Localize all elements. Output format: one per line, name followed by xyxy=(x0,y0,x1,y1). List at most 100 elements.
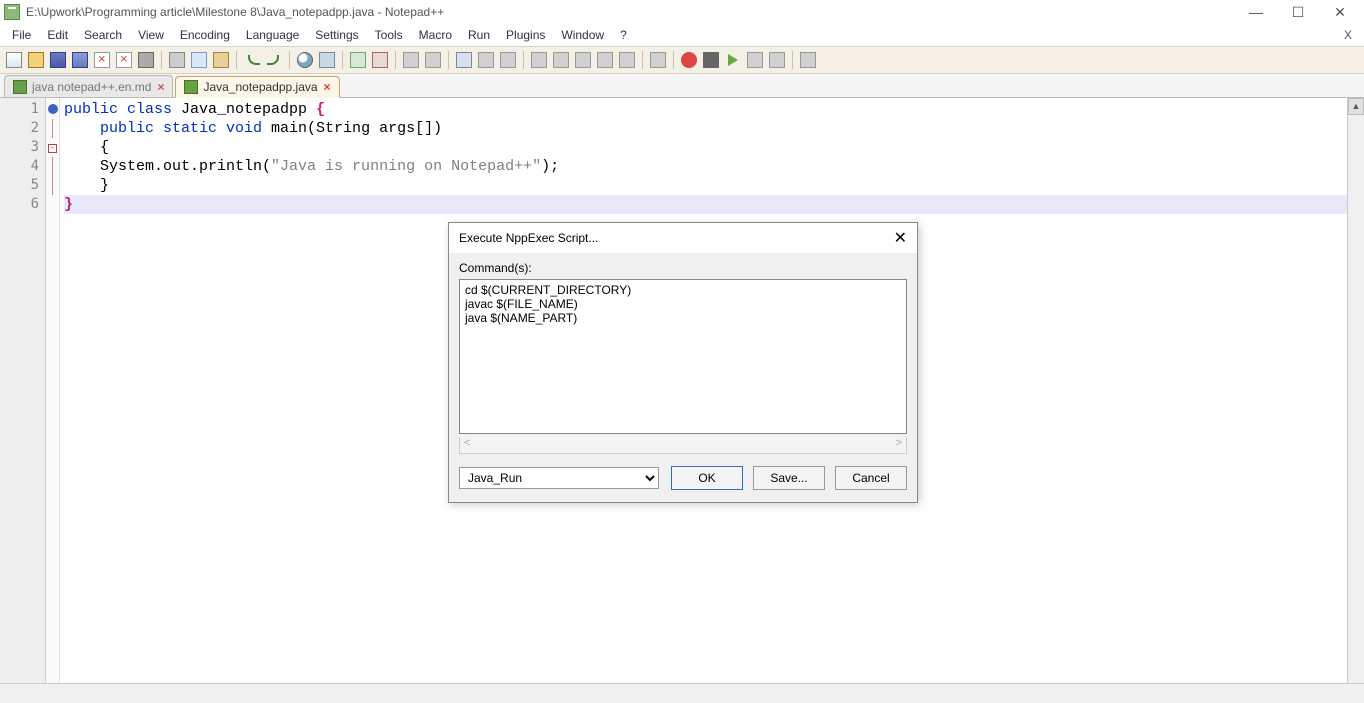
minimize-button[interactable]: — xyxy=(1244,4,1268,21)
code-token: } xyxy=(64,177,109,194)
doc-list-button[interactable] xyxy=(573,50,593,70)
save-all-icon xyxy=(72,52,88,68)
window-controls: — ☐ ✕ xyxy=(1244,4,1360,21)
undo-button[interactable] xyxy=(242,50,262,70)
dialog-close-button[interactable]: ✕ xyxy=(894,228,907,248)
copy-button[interactable] xyxy=(189,50,209,70)
close-all-icon xyxy=(116,52,132,68)
macro-save-button[interactable] xyxy=(767,50,787,70)
tab-close-icon[interactable]: × xyxy=(157,80,164,94)
tab-java-notepadpp-java[interactable]: Java_notepadpp.java × xyxy=(175,76,339,98)
cut-button[interactable] xyxy=(167,50,187,70)
code-token: public xyxy=(64,120,154,137)
menu-encoding[interactable]: Encoding xyxy=(172,25,238,45)
menu-close-doc[interactable]: X xyxy=(1336,25,1360,45)
close-file-button[interactable] xyxy=(92,50,112,70)
macro-stop-button[interactable] xyxy=(701,50,721,70)
toolbar-separator xyxy=(289,51,290,69)
dialog-buttons: OK Save... Cancel xyxy=(671,466,907,490)
title-bar: E:\Upwork\Programming article\Milestone … xyxy=(0,0,1364,24)
menu-language[interactable]: Language xyxy=(238,25,307,45)
zoom-out-button[interactable] xyxy=(370,50,390,70)
indent-guide-icon xyxy=(500,52,516,68)
maximize-button[interactable]: ☐ xyxy=(1286,4,1310,21)
redo-button[interactable] xyxy=(264,50,284,70)
macro-play-multi-button[interactable] xyxy=(745,50,765,70)
find-icon xyxy=(297,52,313,68)
menu-window[interactable]: Window xyxy=(553,25,612,45)
close-window-button[interactable]: ✕ xyxy=(1328,4,1352,21)
macro-record-button[interactable] xyxy=(679,50,699,70)
toolbar-separator xyxy=(792,51,793,69)
doc-list-icon xyxy=(575,52,591,68)
func-list-button[interactable] xyxy=(595,50,615,70)
code-token: { xyxy=(316,101,325,118)
cancel-button[interactable]: Cancel xyxy=(835,466,907,490)
dialog-body: Command(s): cd $(CURRENT_DIRECTORY) java… xyxy=(449,253,917,502)
close-all-button[interactable] xyxy=(114,50,134,70)
extra-button[interactable] xyxy=(798,50,818,70)
fold-line xyxy=(52,176,53,195)
sync-v-button[interactable] xyxy=(401,50,421,70)
menu-macro[interactable]: Macro xyxy=(411,25,460,45)
tab-close-icon[interactable]: × xyxy=(324,80,331,94)
print-button[interactable] xyxy=(136,50,156,70)
save-button[interactable] xyxy=(48,50,68,70)
monitor-button[interactable] xyxy=(648,50,668,70)
zoom-out-icon xyxy=(372,52,388,68)
zoom-in-button[interactable] xyxy=(348,50,368,70)
menu-plugins[interactable]: Plugins xyxy=(498,25,553,45)
nppexec-dialog: Execute NppExec Script... ✕ Command(s): … xyxy=(448,222,918,503)
breakpoint-icon[interactable] xyxy=(48,104,58,114)
fold-collapse-icon[interactable]: - xyxy=(48,144,57,153)
menu-tools[interactable]: Tools xyxy=(367,25,411,45)
ok-button[interactable]: OK xyxy=(671,466,743,490)
menu-file[interactable]: File xyxy=(4,25,39,45)
dialog-title: Execute NppExec Script... xyxy=(459,231,598,245)
tab-java-notepad-md[interactable]: java notepad++.en.md × xyxy=(4,75,173,97)
textarea-h-scrollbar[interactable] xyxy=(459,437,907,454)
menu-search[interactable]: Search xyxy=(76,25,130,45)
code-token: public xyxy=(64,101,118,118)
replace-button[interactable] xyxy=(317,50,337,70)
doc-map-button[interactable] xyxy=(551,50,571,70)
new-file-button[interactable] xyxy=(4,50,24,70)
script-name-select[interactable]: Java_Run xyxy=(459,467,659,489)
menu-view[interactable]: View xyxy=(130,25,172,45)
open-folder-icon xyxy=(28,52,44,68)
doc-map-icon xyxy=(553,52,569,68)
sync-h-button[interactable] xyxy=(423,50,443,70)
menu-run[interactable]: Run xyxy=(460,25,498,45)
open-file-button[interactable] xyxy=(26,50,46,70)
indent-guide-button[interactable] xyxy=(498,50,518,70)
paste-button[interactable] xyxy=(211,50,231,70)
find-button[interactable] xyxy=(295,50,315,70)
new-file-icon xyxy=(6,52,22,68)
code-token: } xyxy=(64,196,73,213)
zoom-in-icon xyxy=(350,52,366,68)
sync-h-icon xyxy=(425,52,441,68)
code-token: static xyxy=(154,120,217,137)
toolbar-separator xyxy=(236,51,237,69)
save-all-button[interactable] xyxy=(70,50,90,70)
word-wrap-button[interactable] xyxy=(454,50,474,70)
toolbar-separator xyxy=(642,51,643,69)
menu-edit[interactable]: Edit xyxy=(39,25,76,45)
word-wrap-icon xyxy=(456,52,472,68)
status-bar xyxy=(0,683,1364,703)
menu-settings[interactable]: Settings xyxy=(307,25,366,45)
vertical-scrollbar[interactable]: ▲ xyxy=(1347,98,1364,683)
lang-icon xyxy=(531,52,547,68)
commands-textarea[interactable]: cd $(CURRENT_DIRECTORY) javac $(FILE_NAM… xyxy=(459,279,907,434)
macro-play-button[interactable] xyxy=(723,50,743,70)
show-all-chars-button[interactable] xyxy=(476,50,496,70)
scroll-up-button[interactable]: ▲ xyxy=(1348,98,1364,115)
toolbar-separator xyxy=(448,51,449,69)
save-button[interactable]: Save... xyxy=(753,466,825,490)
menu-help[interactable]: ? xyxy=(612,25,635,45)
lang-button[interactable] xyxy=(529,50,549,70)
eye-icon xyxy=(650,52,666,68)
tab-bar: java notepad++.en.md × Java_notepadpp.ja… xyxy=(0,74,1364,98)
folder-workspace-button[interactable] xyxy=(617,50,637,70)
redo-icon xyxy=(267,55,279,65)
